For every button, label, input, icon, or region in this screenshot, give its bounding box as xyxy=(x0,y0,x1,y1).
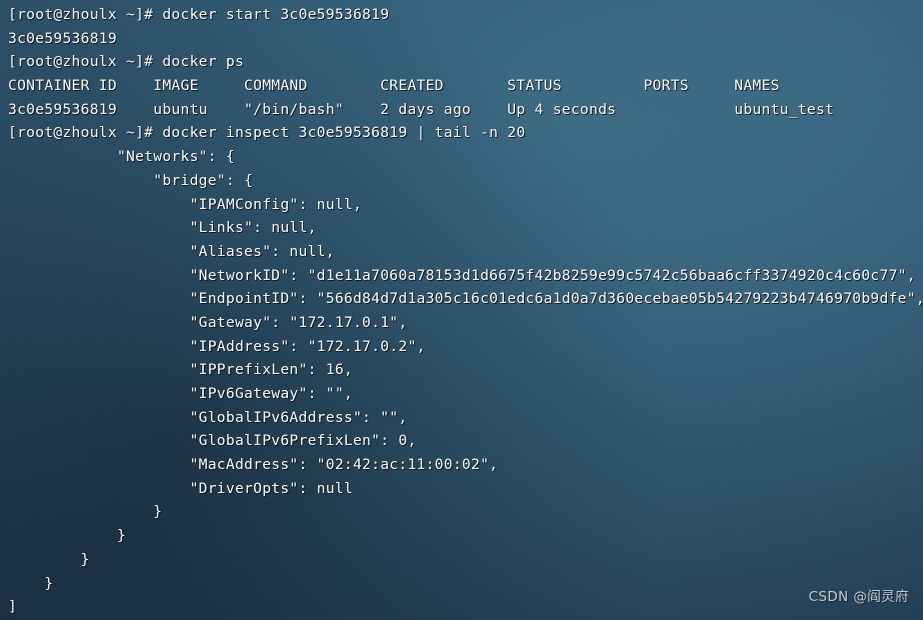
terminal-line: "GlobalIPv6PrefixLen": 0, xyxy=(8,432,417,450)
terminal-line: "EndpointID": "566d84d7d1a305c16c01edc6a… xyxy=(8,290,923,308)
terminal-line: "IPv6Gateway": "", xyxy=(8,385,353,402)
terminal-line: CONTAINER ID IMAGE COMMAND CREATED STATU… xyxy=(8,77,780,95)
terminal-line: 3c0e59536819 ubuntu "/bin/bash" 2 days a… xyxy=(8,100,835,118)
terminal-line: } xyxy=(8,527,127,545)
terminal-line: "Gateway": "172.17.0.1", xyxy=(8,313,408,331)
terminal-line: "Links": null, xyxy=(8,219,317,237)
terminal-line: "IPAMConfig": null, xyxy=(8,195,363,213)
terminal-line: "Networks": { xyxy=(8,148,235,166)
terminal-line: "DriverOpts": null xyxy=(8,479,353,497)
terminal-line: [root@zhoulx ~]# docker ps xyxy=(8,53,245,71)
terminal-output: [root@zhoulx ~]# docker start 3c0e595368… xyxy=(8,3,923,619)
terminal-line: "IPPrefixLen": 16, xyxy=(8,361,353,379)
terminal-line: "Aliases": null, xyxy=(8,242,335,260)
terminal-line: ] xyxy=(8,598,18,616)
terminal-window[interactable]: [root@zhoulx ~]# docker start 3c0e595368… xyxy=(0,0,923,620)
terminal-line: [root@zhoulx ~]# docker inspect 3c0e5953… xyxy=(8,124,526,142)
terminal-line: 3c0e59536819 xyxy=(8,29,117,47)
terminal-line: } xyxy=(8,574,54,592)
terminal-line: "GlobalIPv6Address": "", xyxy=(8,408,408,426)
terminal-line: "bridge": { xyxy=(8,171,254,189)
terminal-line: "NetworkID": "d1e11a7060a78153d1d6675f42… xyxy=(8,266,916,284)
terminal-line: "MacAddress": "02:42:ac:11:00:02", xyxy=(8,456,499,474)
terminal-line: [root@zhoulx ~]# docker start 3c0e595368… xyxy=(8,6,390,23)
csdn-watermark: CSDN @阎灵府 xyxy=(808,589,909,606)
terminal-line: "IPAddress": "172.17.0.2", xyxy=(8,337,426,355)
terminal-line: } xyxy=(8,550,90,568)
terminal-line: } xyxy=(8,503,163,521)
